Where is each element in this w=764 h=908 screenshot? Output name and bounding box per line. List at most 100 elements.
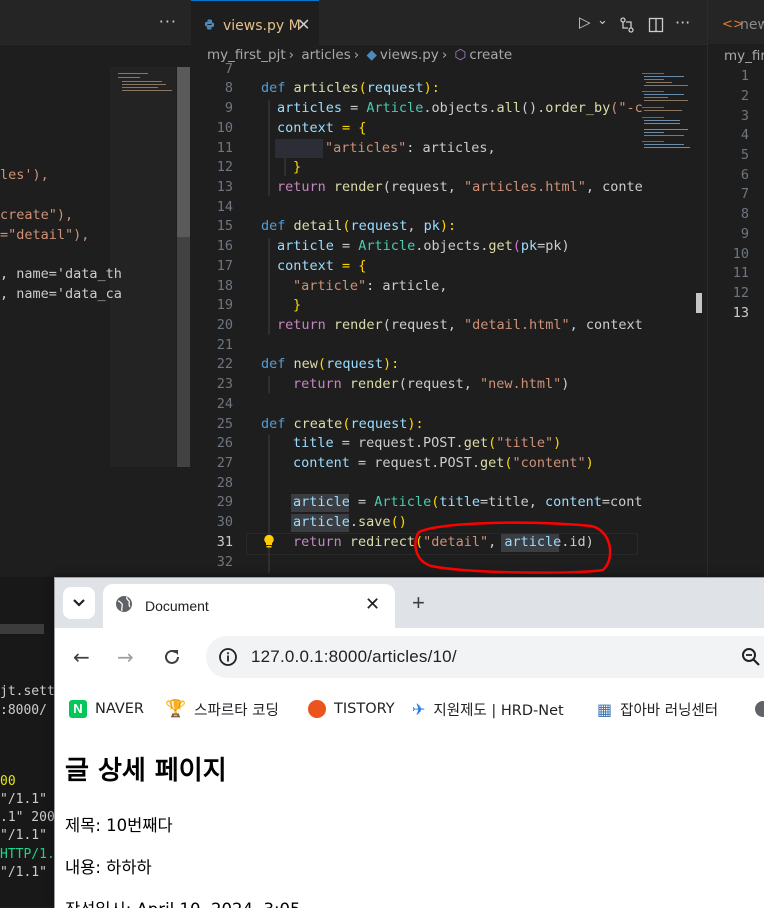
naver-icon: N	[69, 700, 87, 718]
code-token: = request.POST.	[333, 435, 464, 451]
code-token: detail	[293, 218, 343, 234]
code-token: =pk)	[537, 238, 570, 254]
line-number: 12	[732, 285, 749, 301]
left-editor-pane: ··· les'), create"), ="detail"), , name=…	[0, 0, 191, 577]
code-line: article = Article(title=title, content=c…	[293, 494, 643, 510]
code-line: def detail(request, pk):	[261, 218, 456, 234]
code-token: (	[512, 238, 521, 254]
bookmark-hrd[interactable]: ✈ 지원제도 | HRD-Net	[412, 698, 564, 720]
code-text: create"),	[0, 207, 74, 223]
tistory-icon	[308, 700, 326, 718]
bookmark-tistory[interactable]: TISTORY	[308, 698, 395, 720]
back-icon[interactable]: ←	[73, 645, 90, 669]
code-line: , name='data_th	[0, 266, 122, 282]
code-token: article	[293, 514, 350, 530]
bookmark-sparta[interactable]: 🏆 스파르타 코딩	[165, 698, 279, 720]
code-token: articles	[277, 100, 343, 116]
tab-search-button[interactable]	[63, 587, 95, 619]
address-bar[interactable]: 127.0.0.1:8000/articles/10/	[206, 636, 764, 678]
code-token: order_by	[545, 100, 611, 116]
line-number-current: 13	[732, 305, 749, 321]
more-bookmarks-icon[interactable]	[755, 698, 764, 720]
code-token: content	[293, 455, 350, 471]
terminal-line: HTTP/1.	[0, 847, 55, 862]
more-actions-icon[interactable]: ···	[159, 12, 177, 31]
code-token: pk	[520, 238, 538, 254]
new-tab-button[interactable]: +	[412, 590, 425, 616]
lightbulb-icon[interactable]	[262, 534, 276, 550]
code-token: ):	[439, 218, 457, 234]
code-line: article = Article.objects.get(pk=pk)	[277, 238, 570, 254]
code-token: )	[561, 376, 570, 392]
code-token: return	[277, 179, 326, 195]
scrollbar-thumb[interactable]	[696, 293, 702, 313]
code-token: title	[439, 494, 480, 510]
code-token: )	[553, 435, 562, 451]
line-number: 11	[732, 265, 749, 281]
code-line: content = request.POST.get("content")	[293, 455, 594, 471]
article-date-line: 작성일시: April 10, 2024, 3:05	[65, 896, 301, 908]
code-token: redirect	[349, 534, 415, 550]
zoom-icon[interactable]	[740, 646, 762, 668]
url-text[interactable]: 127.0.0.1:8000/articles/10/	[251, 647, 457, 667]
code-text: ="detail"),	[0, 227, 90, 243]
bookmark-naver[interactable]: N NAVER	[69, 698, 144, 720]
left-scrollbar-thumb[interactable]	[177, 67, 190, 237]
code-token: "title"	[496, 435, 554, 451]
code-token: create	[293, 416, 343, 432]
code-token: ,	[407, 218, 424, 234]
code-line: title = request.POST.get("title")	[293, 435, 561, 451]
code-token: all	[496, 100, 521, 116]
code-token: .objects.	[415, 238, 489, 254]
web-page-content: 글 상세 페이지 제목: 10번째다 내용: 하하하 작성일시: April 1…	[55, 730, 764, 908]
browser-tab-strip: Document ✕ +	[55, 578, 764, 628]
line-number: 7	[740, 186, 749, 202]
code-token: return	[293, 534, 342, 550]
left-tab-bar: ···	[0, 0, 191, 45]
browser-tab[interactable]: Document ✕	[103, 584, 395, 628]
code-token: ()	[390, 514, 407, 530]
code-token: def	[261, 356, 286, 372]
code-line: articles = Article.objects.all().order_b…	[277, 100, 643, 116]
code-token: content	[545, 494, 602, 510]
terminal-line: :8000/	[0, 703, 47, 718]
code-token: .objects.	[423, 100, 497, 116]
code-line: les'),	[0, 167, 49, 183]
code-token: request	[350, 416, 408, 432]
split-editor-icon[interactable]	[648, 17, 664, 33]
code-token: .	[349, 514, 359, 530]
code-line: def create(request):	[261, 416, 424, 432]
code-token: "articles"	[325, 140, 407, 156]
close-icon[interactable]: ✕	[365, 594, 380, 615]
code-token: article	[293, 494, 350, 510]
code-token: = {	[333, 120, 367, 136]
tab-new[interactable]: <> new	[708, 0, 764, 44]
forward-icon[interactable]: →	[117, 645, 134, 669]
more-actions-icon[interactable]: ···	[675, 13, 690, 32]
code-token: article	[277, 238, 334, 254]
code-token: pk	[423, 218, 440, 234]
line-number: 3	[740, 108, 749, 124]
code-token: (	[317, 356, 327, 372]
code-line: }	[293, 159, 301, 175]
code-token: get	[488, 238, 513, 254]
line-number: 4	[740, 127, 749, 143]
trophy-icon: 🏆	[165, 699, 187, 719]
site-info-icon[interactable]	[218, 647, 238, 667]
breadcrumb[interactable]: my_first	[724, 48, 764, 64]
code-line: return render(request, "detail.html", co…	[277, 317, 643, 333]
code-line: ="detail"),	[0, 227, 89, 243]
code-line: def new(request):	[261, 356, 399, 372]
code-token: = request.POST.	[349, 455, 480, 471]
reload-icon[interactable]	[162, 647, 182, 667]
code-line: context = {	[277, 120, 366, 136]
minimap[interactable]	[638, 67, 706, 167]
bookmark-jobaba[interactable]: ▦ 잡아바 러닝센터	[597, 698, 718, 720]
code-token: request	[350, 218, 408, 234]
terminal-scrollbar[interactable]	[0, 624, 44, 634]
bookmarks-bar: N NAVER 🏆 스파르타 코딩 TISTORY ✈ 지원제도 | HRD-Net …	[55, 688, 764, 731]
bookmark-label: TISTORY	[334, 701, 395, 717]
code-line: "article": article,	[293, 278, 447, 294]
